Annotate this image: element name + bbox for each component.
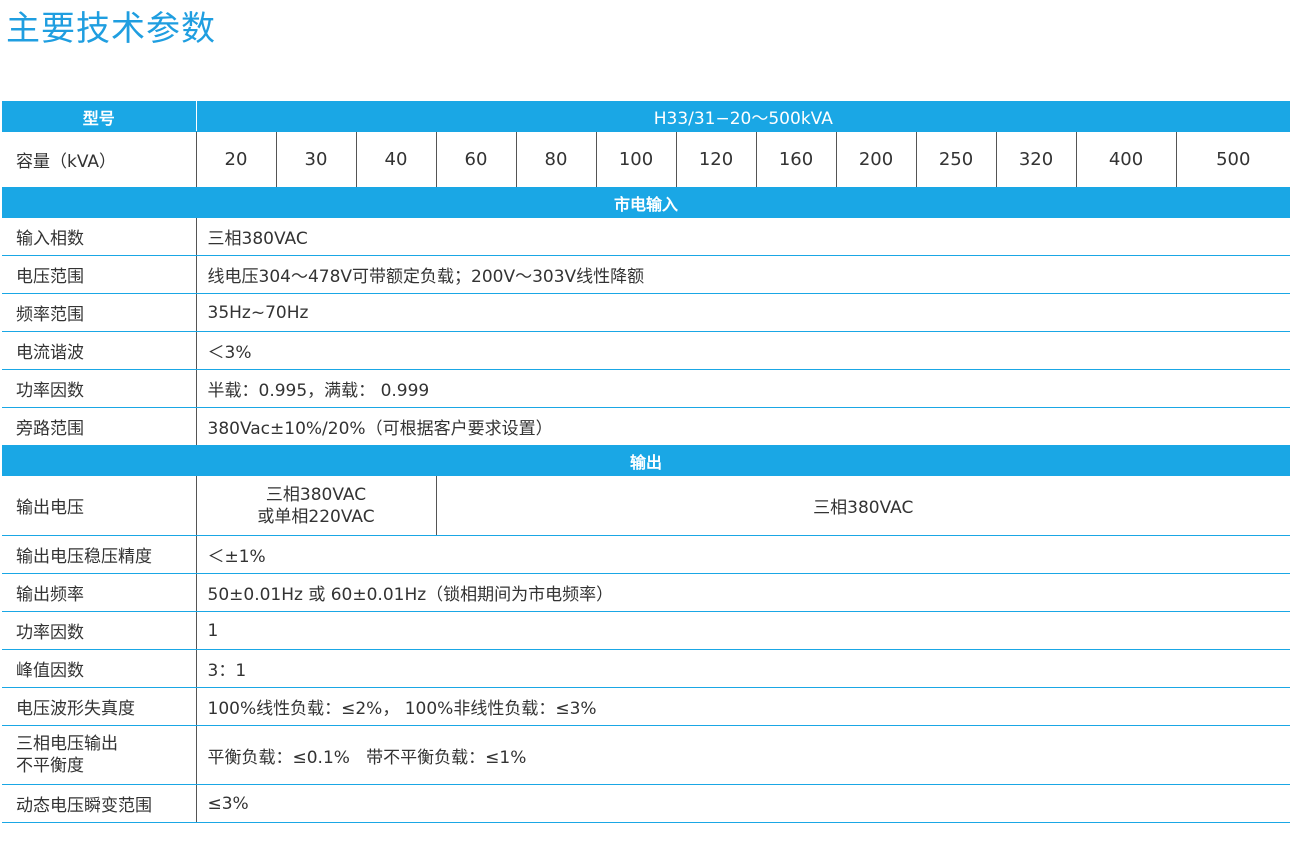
spec-row: 电压波形失真度 100%线性负载：≤2%， 100%非线性负载：≤3% <box>2 687 1291 726</box>
page-title: 主要技术参数 <box>6 9 216 49</box>
model-label: 型号 <box>2 101 197 132</box>
spec-label: 电流谐波 <box>2 331 197 370</box>
spec-value: 3：1 <box>196 649 1291 688</box>
capacity-label: 容量（kVA） <box>2 131 196 188</box>
spec-row: 电压范围 线电压304～478V可带额定负载；200V～303V线性降额 <box>2 255 1291 294</box>
spec-value: 100%线性负载：≤2%， 100%非线性负载：≤3% <box>196 687 1291 726</box>
spec-row: 旁路范围 380Vac±10%/20%（可根据客户要求设置） <box>2 407 1291 446</box>
spec-row: 输入相数 三相380VAC <box>2 217 1291 256</box>
spec-value: ＜3% <box>196 331 1291 370</box>
spec-value: 三相380VAC <box>196 217 1291 256</box>
capacity-cell: 400 <box>1075 131 1176 188</box>
capacity-cell: 250 <box>915 131 996 188</box>
output-voltage-small-models: 三相380VAC 或单相220VAC <box>196 475 436 536</box>
capacity-cell: 60 <box>435 131 516 188</box>
unbalance-row: 三相电压输出 不平衡度 平衡负载：≤0.1% 带不平衡负载：≤1% <box>2 725 1291 785</box>
spec-label: 旁路范围 <box>2 407 197 446</box>
section-output-title: 输出 <box>2 445 1291 476</box>
section-output-row: 输出 <box>2 445 1291 476</box>
capacity-cell: 320 <box>995 131 1076 188</box>
section-input-row: 市电输入 <box>2 187 1291 218</box>
unbalance-label-line-2: 不平衡度 <box>16 756 84 776</box>
section-input-title: 市电输入 <box>2 187 1291 218</box>
spec-row: 电流谐波 ＜3% <box>2 331 1291 370</box>
spec-value: 半载：0.995，满载： 0.999 <box>196 369 1291 408</box>
unbalance-label: 三相电压输出 不平衡度 <box>2 725 197 785</box>
spec-value: ≤3% <box>196 784 1291 823</box>
spec-row: 输出电压稳压精度 ＜±1% <box>2 535 1291 574</box>
header-row: 型号 H33/31−20～500kVA <box>2 101 1291 132</box>
spec-label: 电压波形失真度 <box>2 687 197 726</box>
capacity-cell: 100 <box>595 131 676 188</box>
spec-value: 35Hz~70Hz <box>196 293 1291 332</box>
spec-value: 线电压304～478V可带额定负载；200V～303V线性降额 <box>196 255 1291 294</box>
output-voltage-large-models: 三相380VAC <box>435 475 1291 536</box>
spec-label: 电压范围 <box>2 255 197 294</box>
spec-row: 动态电压瞬变范围 ≤3% <box>2 784 1291 823</box>
capacity-cell: 40 <box>355 131 436 188</box>
spec-value: 50±0.01Hz 或 60±0.01Hz（锁相期间为市电频率） <box>196 573 1291 612</box>
output-voltage-line-1: 三相380VAC <box>265 484 367 505</box>
capacity-cell: 200 <box>835 131 916 188</box>
spec-label: 输出频率 <box>2 573 197 612</box>
spec-table: 型号 H33/31−20～500kVA 容量（kVA） 20 30 40 60 … <box>2 101 1291 823</box>
spec-row: 功率因数 半载：0.995，满载： 0.999 <box>2 369 1291 408</box>
capacity-row: 容量（kVA） 20 30 40 60 80 100 120 160 200 2… <box>2 131 1291 188</box>
model-value: H33/31−20～500kVA <box>196 101 1291 132</box>
spec-value: 380Vac±10%/20%（可根据客户要求设置） <box>196 407 1291 446</box>
spec-row: 功率因数 1 <box>2 611 1291 650</box>
output-voltage-line-2: 或单相220VAC <box>257 506 375 527</box>
spec-label: 峰值因数 <box>2 649 197 688</box>
spec-label: 输入相数 <box>2 217 197 256</box>
spec-row: 频率范围 35Hz~70Hz <box>2 293 1291 332</box>
spec-value: 平衡负载：≤0.1% 带不平衡负载：≤1% <box>196 725 1291 785</box>
capacity-cell: 30 <box>275 131 356 188</box>
spec-label: 频率范围 <box>2 293 197 332</box>
spec-value: 1 <box>196 611 1291 650</box>
spec-label: 功率因数 <box>2 369 197 408</box>
spec-row: 输出频率 50±0.01Hz 或 60±0.01Hz（锁相期间为市电频率） <box>2 573 1291 612</box>
spec-label: 输出电压稳压精度 <box>2 535 197 574</box>
spec-label: 动态电压瞬变范围 <box>2 784 197 823</box>
capacity-cell: 120 <box>675 131 756 188</box>
spec-label: 输出电压 <box>2 475 197 536</box>
spec-label: 功率因数 <box>2 611 197 650</box>
capacity-cell: 500 <box>1175 131 1291 188</box>
spec-row: 峰值因数 3：1 <box>2 649 1291 688</box>
capacity-cell: 20 <box>195 131 276 188</box>
output-voltage-row: 输出电压 三相380VAC 或单相220VAC 三相380VAC <box>2 475 1291 536</box>
spec-value: ＜±1% <box>196 535 1291 574</box>
unbalance-label-line-1: 三相电压输出 <box>16 734 118 754</box>
capacity-cell: 80 <box>515 131 596 188</box>
capacity-cell: 160 <box>755 131 836 188</box>
